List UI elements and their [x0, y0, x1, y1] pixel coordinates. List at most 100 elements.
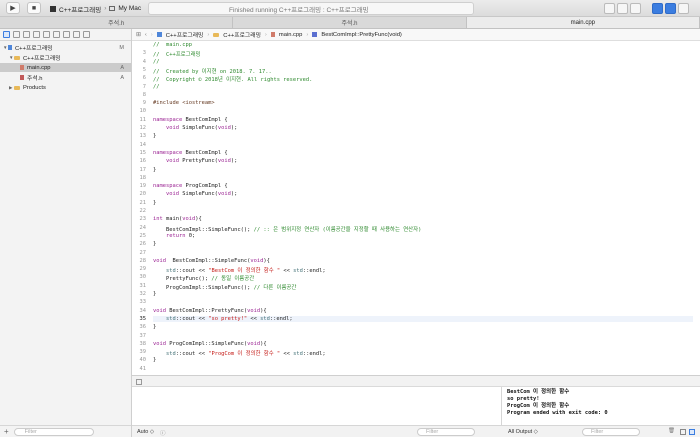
code-line[interactable]: void ProgComImpl::SimpleFunc(void){	[153, 341, 693, 347]
console-line: BestCom 이 정의한 함수	[507, 389, 570, 395]
console-only-icon[interactable]	[689, 429, 695, 435]
jump-symbol[interactable]: BestComImpl::PrettyFunc(void)	[321, 32, 402, 38]
scheme-selector[interactable]: C++프로그래밍 › My Mac	[50, 3, 141, 14]
code-line[interactable]: int main(void){	[153, 216, 693, 222]
code-line[interactable]: return 0;	[153, 233, 693, 239]
code-line[interactable]: std::cout << "BestCom 이 정의한 함수 " << std:…	[153, 266, 693, 274]
variables-scope-select[interactable]: Auto ◇	[137, 429, 154, 435]
line-number: 17	[139, 166, 147, 173]
code-line[interactable]: void SimpleFunc(void);	[153, 125, 693, 131]
code-line[interactable]: std::cout << "so pretty!" << std::endl;	[153, 315, 693, 322]
breakpoint-icon[interactable]	[73, 31, 80, 38]
code-line[interactable]: namespace BestComImpl {	[153, 117, 693, 123]
tree-item-project[interactable]: ▼ C++프로그래밍 M	[0, 43, 131, 53]
tab-main-cpp[interactable]: main.cpp	[466, 17, 700, 28]
code-line[interactable]: namespace BestComImpl {	[153, 150, 693, 156]
trash-icon[interactable]: 🗑	[668, 428, 675, 434]
code-line[interactable]: ProgComImpl::SimpleFunc(); // 다른 이름공간	[153, 283, 693, 291]
find-icon[interactable]	[33, 31, 40, 38]
code-line[interactable]: PrettyFunc(); // 동일 이름공간	[153, 274, 693, 282]
navigator-toggle-icon[interactable]	[652, 3, 663, 14]
chevron-right-icon: ›	[306, 31, 309, 38]
line-number: 6	[142, 75, 146, 82]
tree-item-label: C++프로그래밍	[15, 46, 53, 52]
line-number: 34	[139, 307, 147, 314]
stop-icon: ■	[31, 4, 37, 12]
tree-item-group[interactable]: ▼ C++프로그래밍	[0, 53, 131, 62]
assistant-editor-icon[interactable]	[617, 3, 628, 14]
code-line[interactable]: }	[153, 241, 693, 247]
code-line[interactable]: // C++프로그래밍	[153, 50, 693, 58]
jump-file[interactable]: main.cpp	[279, 32, 303, 38]
code-line[interactable]: std::cout << "ProgCom 이 정의한 함수 " << std:…	[153, 349, 693, 357]
jump-project[interactable]: C++프로그래밍	[166, 30, 204, 39]
chevron-right-icon: ›	[207, 31, 210, 38]
console-line: so pretty!	[507, 396, 540, 402]
code-line[interactable]: // Created by 이지현 on 2018. 7. 17..	[153, 67, 693, 75]
back-icon[interactable]: ‹	[145, 32, 147, 38]
line-number: 39	[139, 349, 147, 356]
code-line[interactable]: void BestComImpl::PrettyFunc(void){	[153, 308, 693, 314]
code-line[interactable]: }	[153, 167, 693, 173]
jump-folder[interactable]: C++프로그래밍	[223, 30, 261, 39]
code-line[interactable]: }	[153, 200, 693, 206]
stop-button[interactable]: ■	[27, 2, 41, 14]
filter-placeholder: Filter	[591, 429, 604, 435]
code-line[interactable]: }	[153, 291, 693, 297]
code-line[interactable]: namespace ProgComImpl {	[153, 183, 693, 189]
code-line[interactable]: }	[153, 324, 693, 330]
tree-item-label: Products	[23, 84, 46, 91]
play-icon: ▶	[10, 5, 16, 12]
code-line[interactable]: }	[153, 133, 693, 139]
line-number: 13	[139, 133, 147, 140]
related-items-icon[interactable]: ⊞	[136, 32, 141, 38]
issue-icon[interactable]	[43, 31, 50, 38]
tab-header-2[interactable]: 주석.h	[233, 17, 467, 28]
code-line[interactable]: // Copyright © 2018년 이지현. All rights res…	[153, 75, 693, 83]
navigator-filter-input[interactable]: Filter	[13, 427, 94, 436]
tree-item-main-cpp[interactable]: main.cpp A	[0, 63, 131, 72]
line-number: 16	[139, 158, 147, 165]
code-line[interactable]: void BestComImpl::SimpleFunc(void){	[153, 258, 693, 264]
code-line[interactable]: //	[153, 84, 693, 90]
folder-icon[interactable]	[3, 31, 10, 38]
jump-bar: ⊞ ‹ › C++프로그래밍 › C++프로그래밍 › main.cpp › B…	[132, 29, 700, 41]
variables-filter-input[interactable]: Filter	[417, 428, 475, 436]
symbol-icon[interactable]	[23, 31, 30, 38]
report-icon[interactable]	[83, 31, 90, 38]
code-line[interactable]: void SimpleFunc(void);	[153, 191, 693, 197]
tree-item-label: 주석.h	[27, 76, 43, 82]
tree-item-header[interactable]: 주석.h A	[0, 73, 131, 82]
navigator-filter-bar: + Filter	[0, 425, 131, 437]
chevron-right-icon: ›	[104, 5, 107, 12]
code-line[interactable]: // main.cpp	[153, 42, 693, 48]
cpp-file-icon	[20, 65, 24, 70]
tab-header-1[interactable]: 주석.h	[0, 17, 234, 28]
output-select[interactable]: All Output ◇	[508, 429, 538, 435]
code-line[interactable]: #include <iostream>	[153, 100, 693, 106]
info-icon[interactable]: ⓘ	[160, 429, 166, 437]
version-editor-icon[interactable]	[630, 3, 641, 14]
split-view-icon[interactable]	[680, 429, 686, 435]
test-icon[interactable]	[53, 31, 60, 38]
console-filter-input[interactable]: Filter	[582, 428, 640, 436]
debug-icon[interactable]	[63, 31, 70, 38]
source-editor[interactable]: // main.cpp 3 // C++프로그래밍 4 // 5 // Created by…	[132, 41, 700, 375]
utilities-toggle-icon[interactable]	[678, 3, 689, 14]
code-line[interactable]: void PrettyFunc(void);	[153, 158, 693, 164]
source-control-icon[interactable]	[13, 31, 20, 38]
code-line[interactable]: }	[153, 357, 693, 363]
forward-icon[interactable]: ›	[151, 32, 153, 38]
code-line[interactable]: //	[153, 59, 693, 65]
line-number: 22	[139, 208, 147, 214]
tree-item-products[interactable]: ▶ Products	[0, 83, 131, 92]
run-button[interactable]: ▶	[6, 2, 20, 14]
code-line[interactable]: BestComImpl::SimpleFunc(); // :: 은 범위지정 …	[153, 225, 693, 233]
line-number: 36	[139, 324, 147, 331]
standard-editor-icon[interactable]	[604, 3, 615, 14]
console-view[interactable]: BestCom 이 정의한 함수 so pretty! ProgCom 이 정의…	[503, 387, 700, 425]
add-icon[interactable]: +	[4, 427, 9, 436]
hide-debug-area-icon[interactable]	[136, 379, 142, 385]
project-icon	[156, 32, 162, 37]
debug-area-toggle-icon[interactable]	[665, 3, 676, 14]
